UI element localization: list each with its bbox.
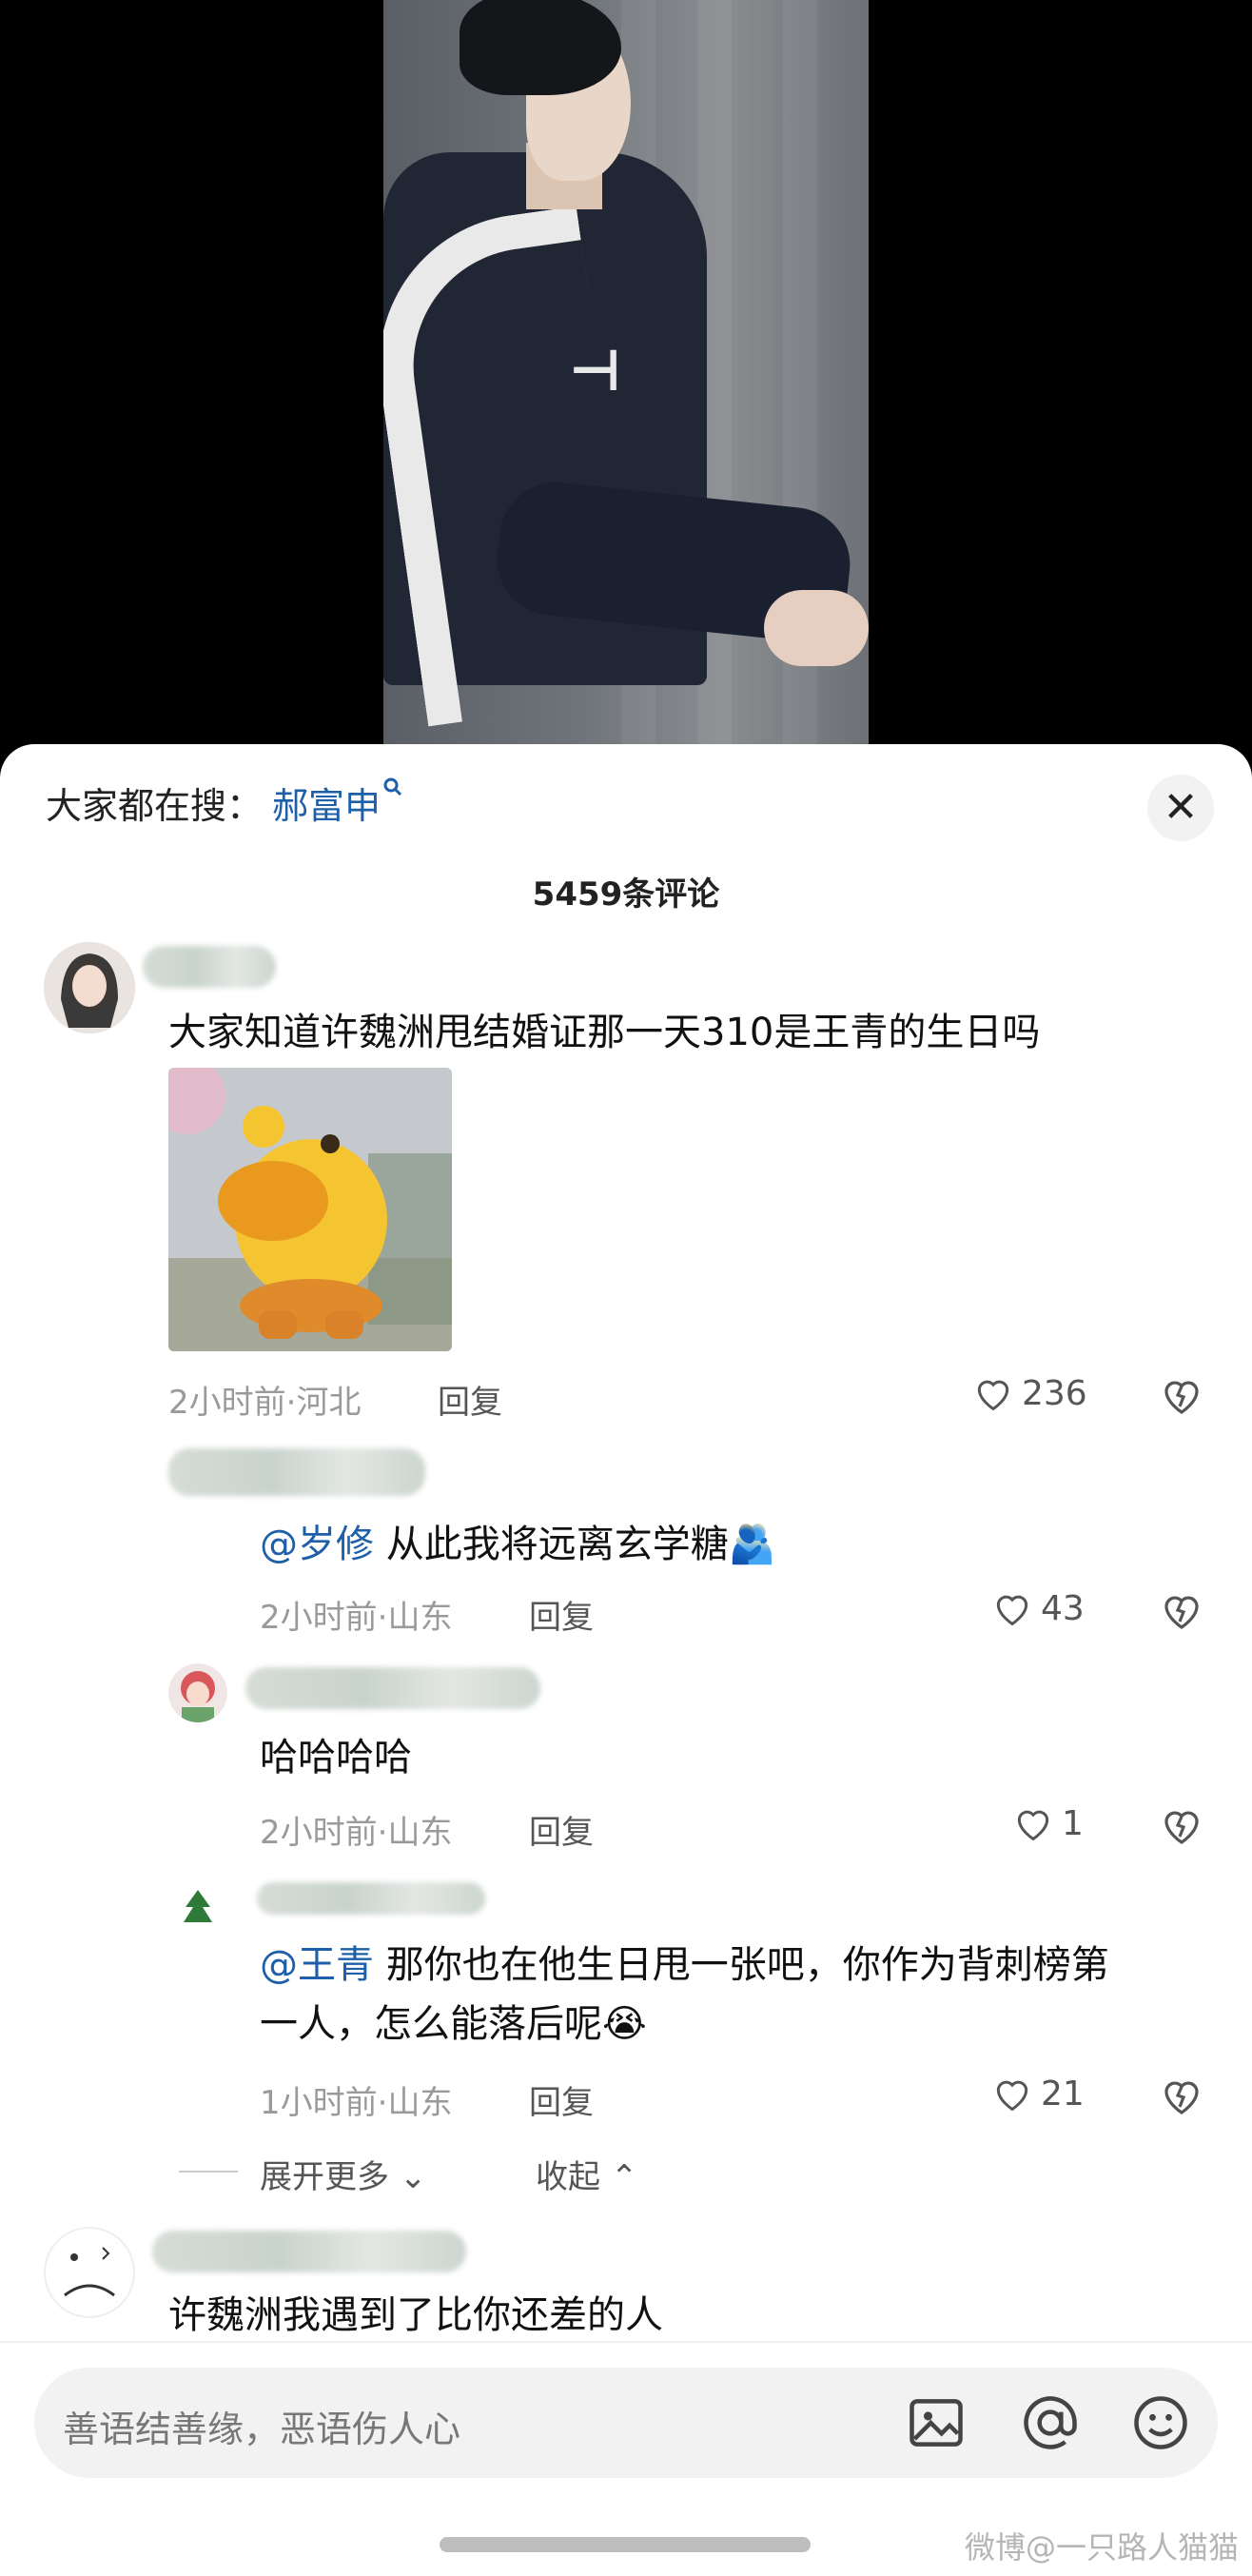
broken-heart-icon[interactable] [1159, 1802, 1204, 1848]
avatar[interactable] [168, 1878, 227, 1937]
trending-search-term[interactable]: 郝富申 [272, 777, 381, 829]
reply-text: 哈哈哈哈 [260, 1736, 412, 1780]
like-button[interactable]: 21 [991, 2073, 1085, 2114]
comment-meta: 2小时前·河北 [168, 1384, 362, 1422]
home-indicator[interactable] [440, 2537, 811, 2552]
chevron-up-icon: ⌃ [610, 2158, 638, 2196]
like-button[interactable]: 43 [991, 1587, 1085, 1629]
reply-meta: 2小时前·山东 [260, 1599, 453, 1637]
reply-body: 那你也在他生日甩一张吧，你作为背刺榜第 [374, 1943, 1109, 1987]
reply-text: @王青 那你也在他生日甩一张吧，你作为背刺榜第 [260, 1934, 1109, 1989]
jacket-logo-icon: ⊣ [569, 338, 621, 404]
expand-more-label: 展开更多 [260, 2158, 389, 2196]
at-mention-icon[interactable] [1018, 2390, 1083, 2455]
like-count: 236 [1022, 1373, 1087, 1413]
reply-meta: 2小时前·山东 [260, 1814, 453, 1852]
comment-count: 5459条评论 [532, 875, 720, 914]
heart-icon [996, 2080, 1028, 2112]
reply-button[interactable]: 回复 [529, 1806, 594, 1853]
like-button[interactable]: 236 [972, 1372, 1087, 1414]
reply-text: @岁修 从此我将远离玄学糖🫂 [260, 1513, 776, 1568]
avatar[interactable] [44, 2227, 135, 2318]
crying-emoji-icon: 😭 [602, 2002, 647, 2046]
reply-button[interactable]: 回复 [529, 1591, 594, 1638]
heart-icon [996, 1595, 1028, 1626]
username[interactable] [245, 1667, 540, 1709]
trending-search-prefix: 大家都在搜： [46, 785, 264, 827]
comment-input[interactable]: 善语结善缘，恶语伤人心 [34, 2368, 1218, 2478]
watermark: 微博@一只路人猫猫 [964, 2529, 1239, 2566]
broken-heart-icon[interactable] [1159, 1587, 1204, 1633]
image-icon[interactable] [904, 2390, 968, 2455]
broken-heart-icon[interactable] [1159, 2073, 1204, 2118]
divider-line [179, 2171, 238, 2173]
hug-emoji-icon: 🫂 [728, 1523, 776, 1566]
avatar[interactable] [44, 942, 135, 1033]
reply-button[interactable]: 回复 [438, 1376, 502, 1423]
like-button[interactable]: 1 [1012, 1802, 1084, 1844]
emoji-icon[interactable] [1128, 2390, 1193, 2455]
username[interactable] [143, 946, 276, 988]
person-hand [764, 590, 869, 666]
username[interactable] [168, 1448, 425, 1496]
like-count: 43 [1041, 1588, 1085, 1628]
person-hair [460, 0, 621, 95]
reply-body: 从此我将远离玄学糖 [374, 1523, 729, 1566]
video-frame: ⊣ [383, 0, 869, 761]
collapse-label: 收起 [536, 2158, 600, 2196]
mention-link[interactable]: @王青 [260, 1943, 374, 1987]
username[interactable] [152, 2231, 466, 2272]
reply-meta: 1小时前·山东 [260, 2084, 453, 2122]
heart-icon [1017, 1810, 1049, 1841]
username[interactable] [257, 1882, 485, 1915]
comment-text: 大家知道许魏洲甩结婚证那一天310是王青的生日吗 [168, 1011, 1041, 1054]
reply-button[interactable]: 回复 [529, 2076, 594, 2123]
broken-heart-icon[interactable] [1159, 1372, 1204, 1418]
avatar[interactable] [168, 1663, 227, 1722]
chevron-down-icon: ⌄ [399, 2158, 427, 2196]
comment-sheet: 大家都在搜： 郝富申 ✕ 5459条评论 大家知道许魏洲甩结婚证那一天310是王… [0, 744, 1252, 2576]
reply-body: 一人，怎么能落后呢 [260, 2002, 602, 2046]
search-icon [382, 777, 403, 803]
comment-text: 许魏洲我遇到了比你还差的人 [168, 2293, 663, 2337]
mention-link[interactable]: @岁修 [260, 1523, 374, 1566]
trending-search[interactable]: 大家都在搜： 郝富申 [46, 777, 403, 829]
like-count: 21 [1041, 2074, 1085, 2114]
heart-icon [977, 1380, 1009, 1411]
video-player[interactable]: ⊣ [0, 0, 1252, 761]
reply-text-line2: 一人，怎么能落后呢😭 [260, 1993, 647, 2048]
like-count: 1 [1062, 1803, 1084, 1843]
input-divider [0, 2341, 1252, 2343]
expand-more-button[interactable]: 展开更多 ⌄ [260, 2151, 426, 2197]
comment-input-placeholder: 善语结善缘，恶语伤人心 [63, 2409, 461, 2450]
close-icon[interactable]: ✕ [1147, 775, 1214, 841]
collapse-button[interactable]: 收起 ⌃ [536, 2151, 637, 2197]
comment-image[interactable] [168, 1068, 452, 1351]
